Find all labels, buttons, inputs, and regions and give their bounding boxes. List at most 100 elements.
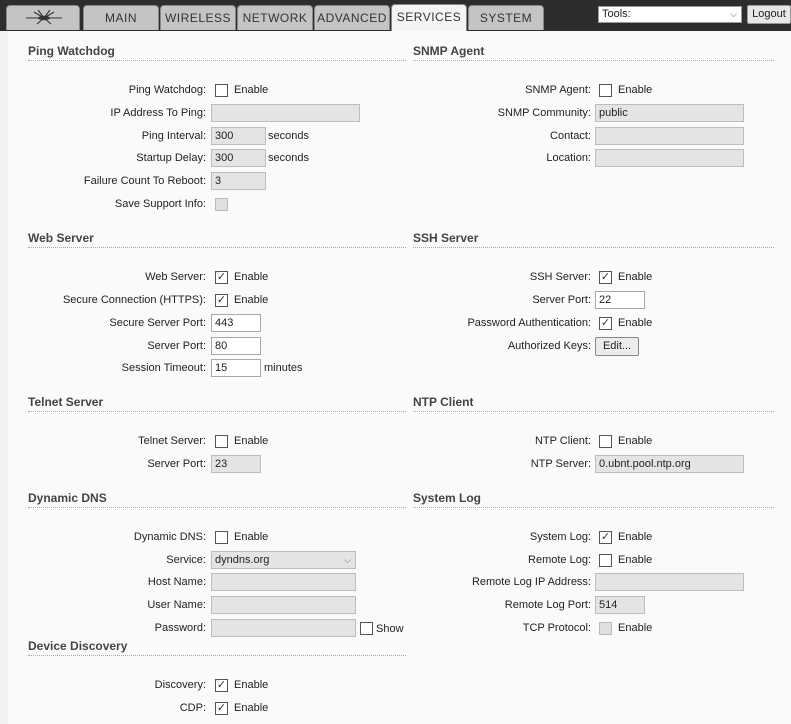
telnet-port-input[interactable]: 23 xyxy=(211,455,261,473)
password-auth-checkbox[interactable]: ✓ xyxy=(599,317,612,330)
user-name-input[interactable] xyxy=(211,596,356,614)
logout-button[interactable]: Logout xyxy=(747,5,791,24)
system-log-checkbox[interactable]: ✓ xyxy=(599,531,612,544)
https-checkbox[interactable]: ✓ xyxy=(215,294,228,307)
contact-input[interactable] xyxy=(595,127,744,145)
ntp-client-label: NTP Client: xyxy=(534,435,591,447)
ntp-server-label: NTP Server: xyxy=(530,458,591,470)
cdp-checkbox[interactable]: ✓ xyxy=(215,702,228,715)
remote-log-label: Remote Log: xyxy=(528,554,591,566)
host-name-input[interactable] xyxy=(211,573,356,591)
remote-log-checkbox[interactable] xyxy=(599,554,612,567)
section-title-telnet-server: Telnet Server xyxy=(28,395,104,409)
user-name-label: User Name: xyxy=(147,599,206,611)
ip-to-ping-label: IP Address To Ping: xyxy=(110,107,206,119)
https-enable-label: Enable xyxy=(234,294,269,306)
section-title-system-log: System Log xyxy=(413,491,482,505)
failure-count-input[interactable]: 3 xyxy=(211,172,266,190)
chevron-down-icon: ⌵ xyxy=(344,555,351,565)
ping-interval-label: Ping Interval: xyxy=(141,130,206,142)
contact-label: Contact: xyxy=(550,130,591,142)
ntp-client-enable-label: Enable xyxy=(618,435,653,447)
remote-log-ip-input[interactable] xyxy=(595,573,744,591)
show-password-checkbox[interactable] xyxy=(360,622,373,635)
section-divider xyxy=(28,507,406,508)
remote-log-ip-label: Remote Log IP Address: xyxy=(471,576,591,588)
section-title-snmp-agent: SNMP Agent xyxy=(413,44,485,58)
system-log-label: System Log: xyxy=(529,531,591,543)
web-server-enable-label: Enable xyxy=(234,271,269,283)
chevron-down-icon: ⌵ xyxy=(730,9,737,19)
secure-server-port-input[interactable]: 443 xyxy=(211,314,261,332)
ping-interval-input[interactable]: 300 xyxy=(211,127,266,145)
tab-main[interactable]: MAIN xyxy=(83,5,159,30)
snmp-community-label: SNMP Community: xyxy=(497,107,591,119)
snmp-agent-enable-label: Enable xyxy=(618,84,653,96)
password-auth-enable-label: Enable xyxy=(618,317,653,329)
secure-server-port-label: Secure Server Port: xyxy=(109,317,206,329)
ping-watchdog-checkbox[interactable] xyxy=(215,84,228,97)
section-divider xyxy=(28,60,406,61)
tab-network[interactable]: NETWORK xyxy=(237,5,313,30)
ubiquiti-logo-tab[interactable] xyxy=(6,5,80,30)
authorized-keys-label: Authorized Keys: xyxy=(507,340,591,352)
session-timeout-label: Session Timeout: xyxy=(121,362,206,374)
section-divider xyxy=(413,507,774,508)
dynamic-dns-label: Dynamic DNS: xyxy=(133,531,206,543)
password-auth-label: Password Authentication: xyxy=(467,317,591,329)
startup-delay-input[interactable]: 300 xyxy=(211,149,266,167)
ssh-server-checkbox[interactable]: ✓ xyxy=(599,271,612,284)
web-server-port-input[interactable]: 80 xyxy=(211,337,261,355)
telnet-server-checkbox[interactable] xyxy=(215,435,228,448)
remote-log-port-input[interactable]: 514 xyxy=(595,596,645,614)
section-divider xyxy=(28,655,406,656)
snmp-agent-checkbox[interactable] xyxy=(599,84,612,97)
location-label: Location: xyxy=(546,152,591,164)
dynamic-dns-checkbox[interactable] xyxy=(215,531,228,544)
discovery-checkbox[interactable]: ✓ xyxy=(215,679,228,692)
edit-keys-button[interactable]: Edit... xyxy=(595,337,639,356)
tcp-protocol-checkbox[interactable] xyxy=(599,622,612,635)
ssh-port-label: Server Port: xyxy=(532,294,591,306)
snmp-community-input[interactable]: public xyxy=(595,104,744,122)
startup-delay-unit: seconds xyxy=(268,152,309,164)
location-input[interactable] xyxy=(595,149,744,167)
ping-watchdog-label: Ping Watchdog: xyxy=(128,84,206,96)
ssh-port-input[interactable]: 22 xyxy=(595,291,645,309)
section-divider xyxy=(28,411,406,412)
telnet-server-label: Telnet Server: xyxy=(138,435,206,447)
failure-count-label: Failure Count To Reboot: xyxy=(83,175,206,187)
save-support-info-checkbox[interactable] xyxy=(215,198,228,211)
discovery-enable-label: Enable xyxy=(234,679,269,691)
remote-log-port-label: Remote Log Port: xyxy=(504,599,591,611)
ntp-client-checkbox[interactable] xyxy=(599,435,612,448)
session-timeout-unit: minutes xyxy=(264,362,303,374)
tab-services[interactable]: SERVICES xyxy=(391,4,467,31)
section-title-device-discovery: Device Discovery xyxy=(28,639,128,653)
tab-wireless[interactable]: WIRELESS xyxy=(160,5,236,30)
snmp-agent-label: SNMP Agent: xyxy=(525,84,591,96)
ddns-service-select[interactable]: dyndns.org ⌵ xyxy=(211,551,356,569)
host-name-label: Host Name: xyxy=(147,576,206,588)
section-divider xyxy=(413,60,774,61)
session-timeout-input[interactable]: 15 xyxy=(211,359,261,377)
tab-advanced[interactable]: ADVANCED xyxy=(314,5,390,30)
ip-to-ping-input[interactable] xyxy=(211,104,360,122)
ntp-server-input[interactable]: 0.ubnt.pool.ntp.org xyxy=(595,455,744,473)
section-title-ssh-server: SSH Server xyxy=(413,231,479,245)
ddns-service-value: dyndns.org xyxy=(215,554,270,566)
tab-system[interactable]: SYSTEM xyxy=(468,5,544,30)
save-support-info-label: Save Support Info: xyxy=(114,198,206,210)
ddns-password-input[interactable] xyxy=(211,619,356,637)
section-divider xyxy=(413,247,774,248)
tools-select[interactable]: Tools: ⌵ xyxy=(598,6,742,23)
section-title-ntp-client: NTP Client xyxy=(413,395,474,409)
top-navigation-bar: MAIN WIRELESS NETWORK ADVANCED SERVICES … xyxy=(0,0,791,31)
web-server-checkbox[interactable]: ✓ xyxy=(215,271,228,284)
telnet-port-label: Server Port: xyxy=(147,458,206,470)
section-divider xyxy=(413,411,774,412)
ping-watchdog-enable-label: Enable xyxy=(234,84,269,96)
ssh-server-enable-label: Enable xyxy=(618,271,653,283)
discovery-label: Discovery: xyxy=(154,679,206,691)
startup-delay-label: Startup Delay: xyxy=(136,152,206,164)
